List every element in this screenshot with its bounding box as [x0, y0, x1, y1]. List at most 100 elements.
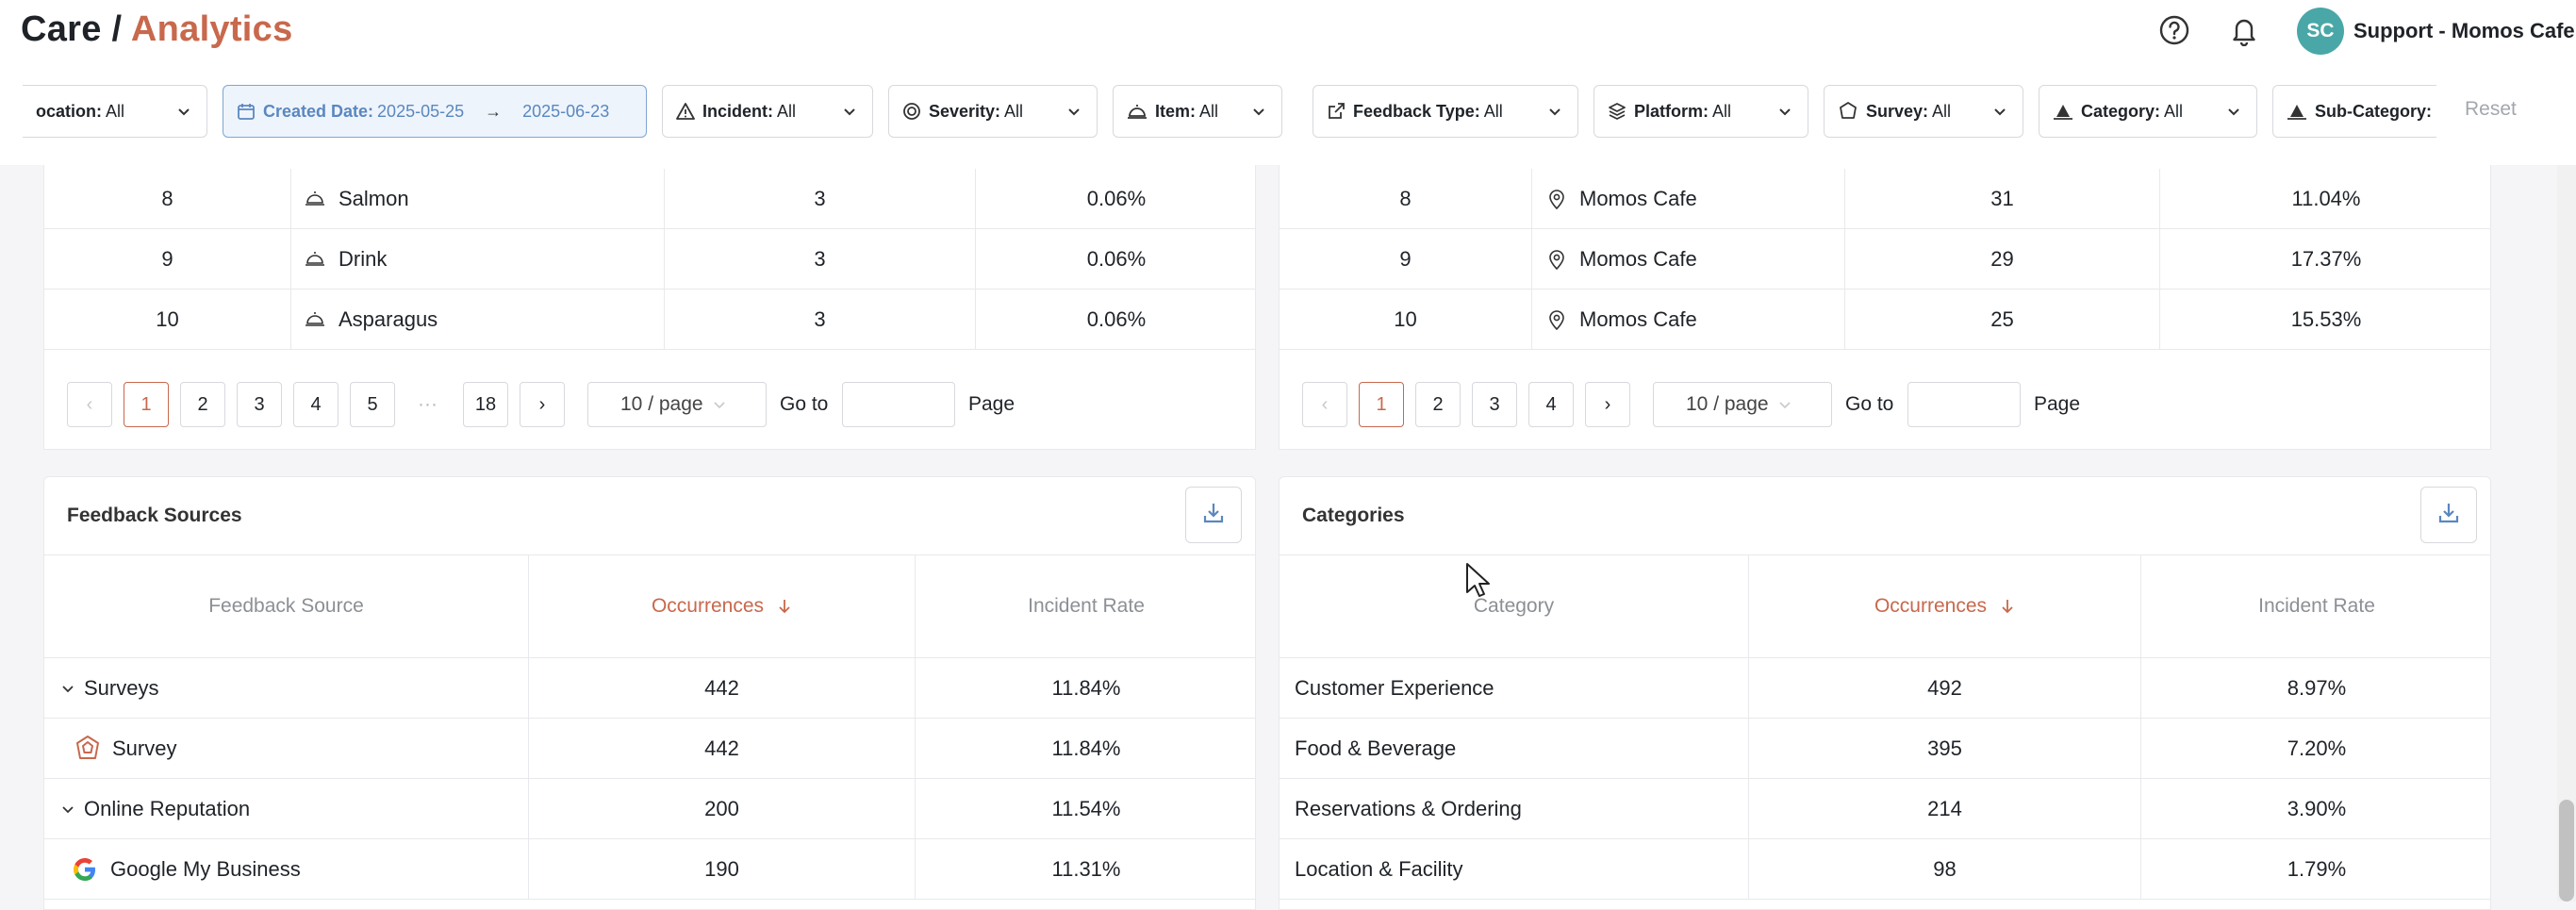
source-name: Online Reputation: [84, 797, 251, 820]
pagination: ‹ 1 2 3 4 › 10 / page Go to Page: [1302, 382, 2471, 427]
page-size-select[interactable]: 10 / page: [1653, 382, 1832, 427]
occurrences-cell: 200: [529, 779, 916, 839]
rate-cell: 3.90%: [2287, 797, 2347, 820]
page-button[interactable]: 2: [1415, 382, 1461, 427]
page-size-select[interactable]: 10 / page: [587, 382, 767, 427]
filter-item[interactable]: Item: All: [1113, 85, 1282, 138]
user-name[interactable]: Support - Momos Cafe: [2353, 17, 2575, 45]
next-page-button[interactable]: ›: [520, 382, 565, 427]
cloche-icon: [1127, 102, 1148, 121]
filter-created-date[interactable]: Created Date: 2025-05-25 → 2025-06-23: [223, 85, 647, 138]
page-button[interactable]: 5: [350, 382, 395, 427]
page-button[interactable]: 2: [180, 382, 225, 427]
chevron-down-icon[interactable]: [59, 680, 76, 697]
filter-severity[interactable]: Severity: All: [888, 85, 1098, 138]
table-row[interactable]: Location & Facility 98 1.79%: [1280, 839, 2490, 900]
column-header[interactable]: Incident Rate: [2141, 555, 2492, 657]
column-header[interactable]: Incident Rate: [916, 555, 1257, 657]
chevron-down-icon: [842, 104, 857, 124]
category-cell: Location & Facility: [1280, 839, 1749, 900]
goto-input[interactable]: [842, 382, 955, 427]
table-row[interactable]: Customer Experience 492 8.97%: [1280, 658, 2490, 719]
next-page-button[interactable]: ›: [1585, 382, 1630, 427]
scrollbar-thumb[interactable]: [2559, 800, 2574, 902]
table-row[interactable]: 8 Momos Cafe 31 11.04%: [1280, 169, 2490, 229]
filter-incident[interactable]: Incident: All: [662, 85, 873, 138]
filter-survey[interactable]: Survey: All: [1824, 85, 2023, 138]
rate-cell: 7.20%: [2287, 736, 2347, 760]
filter-severity-key: Severity:: [929, 101, 1001, 121]
rate-cell: 17.37%: [2290, 247, 2362, 271]
category-cell: Reservations & Ordering: [1280, 779, 1749, 839]
location-name: Momos Cafe: [1579, 307, 1697, 331]
page-button[interactable]: 4: [293, 382, 339, 427]
page-label: Page: [968, 393, 1016, 415]
chevron-down-icon: [2226, 104, 2241, 124]
prev-page-button[interactable]: ‹: [1302, 382, 1347, 427]
filter-platform-key: Platform:: [1634, 101, 1709, 121]
bell-icon[interactable]: [2227, 13, 2261, 47]
table-row[interactable]: Online Reputation 200 11.54%: [44, 779, 1255, 839]
filter-category[interactable]: Category: All: [2039, 85, 2257, 138]
goto-input[interactable]: [1907, 382, 2021, 427]
page-button[interactable]: 3: [237, 382, 282, 427]
source-cell: Survey: [44, 719, 529, 779]
page-button[interactable]: 1: [1359, 382, 1404, 427]
item-cell: Drink: [291, 229, 665, 290]
page-button[interactable]: 3: [1472, 382, 1517, 427]
table-row[interactable]: 8 Salmon 3 0.06%: [44, 169, 1255, 229]
download-button[interactable]: [2420, 487, 2477, 543]
filter-feedback-type[interactable]: Feedback Type: All: [1313, 85, 1578, 138]
reset-button[interactable]: Reset: [2465, 98, 2517, 121]
chevron-down-icon: [176, 104, 191, 124]
mouse-cursor-icon: [1465, 562, 1492, 600]
table-row[interactable]: 9 Drink 3 0.06%: [44, 229, 1255, 290]
table-row[interactable]: Survey 442 11.84%: [44, 719, 1255, 779]
rank-cell: 9: [44, 229, 291, 290]
location-cell: Momos Cafe: [1532, 229, 1845, 290]
rank-cell: 8: [44, 169, 291, 229]
page-button[interactable]: 1: [124, 382, 169, 427]
location-pin-icon: [1547, 249, 1566, 270]
filter-platform[interactable]: Platform: All: [1593, 85, 1808, 138]
chevron-down-icon[interactable]: [59, 801, 76, 818]
column-header-sorted[interactable]: Occurrences: [1749, 555, 2141, 657]
table-row[interactable]: 10 Momos Cafe 25 15.53%: [1280, 290, 2490, 350]
table-row[interactable]: Food & Beverage 395 7.20%: [1280, 719, 2490, 779]
filter-sub-category[interactable]: Sub-Category:: [2272, 85, 2436, 138]
category-icon: [2287, 102, 2307, 121]
table-row[interactable]: Google My Business 190 11.31%: [44, 839, 1255, 900]
pagination: ‹ 1 2 3 4 5 ··· 18 › 10 / page Go to Pag…: [67, 382, 1236, 427]
date-from[interactable]: 2025-05-25: [377, 102, 464, 122]
table-row[interactable]: 9 Momos Cafe 29 17.37%: [1280, 229, 2490, 290]
page-button[interactable]: 4: [1528, 382, 1574, 427]
column-header[interactable]: Category: [1280, 555, 1749, 657]
table-row[interactable]: 10 Asparagus 3 0.06%: [44, 290, 1255, 350]
cloche-icon: [305, 190, 325, 207]
scrollbar-track[interactable]: [2557, 165, 2576, 902]
prev-page-button[interactable]: ‹: [67, 382, 112, 427]
download-button[interactable]: [1185, 487, 1242, 543]
source-name: Surveys: [84, 676, 159, 700]
page-button[interactable]: 18: [463, 382, 508, 427]
filter-location[interactable]: ocation: All: [23, 85, 207, 138]
column-header[interactable]: Feedback Source: [44, 555, 529, 657]
filter-item-key: Item:: [1155, 101, 1197, 121]
goto-label: Go to: [1845, 393, 1894, 415]
table-row[interactable]: Surveys 442 11.84%: [44, 658, 1255, 719]
date-to[interactable]: 2025-06-23: [522, 102, 609, 122]
table-header: Category Occurrences Incident Rate: [1280, 554, 2490, 658]
rate-cell: 11.54%: [1051, 797, 1121, 820]
avatar[interactable]: SC: [2297, 8, 2344, 55]
occurrences-cell: 3: [665, 169, 976, 229]
page-label: Page: [2034, 393, 2081, 415]
location-cell: Momos Cafe: [1532, 290, 1845, 350]
table-row[interactable]: Reservations & Ordering 214 3.90%: [1280, 779, 2490, 839]
rate-cell: 0.06%: [1086, 247, 1147, 271]
location-pin-icon: [1547, 309, 1566, 330]
help-icon[interactable]: [2157, 13, 2191, 47]
item-name: Asparagus: [339, 307, 438, 331]
page-ellipsis[interactable]: ···: [418, 382, 438, 427]
column-header-sorted[interactable]: Occurrences: [529, 555, 916, 657]
filter-incident-key: Incident:: [702, 101, 773, 121]
